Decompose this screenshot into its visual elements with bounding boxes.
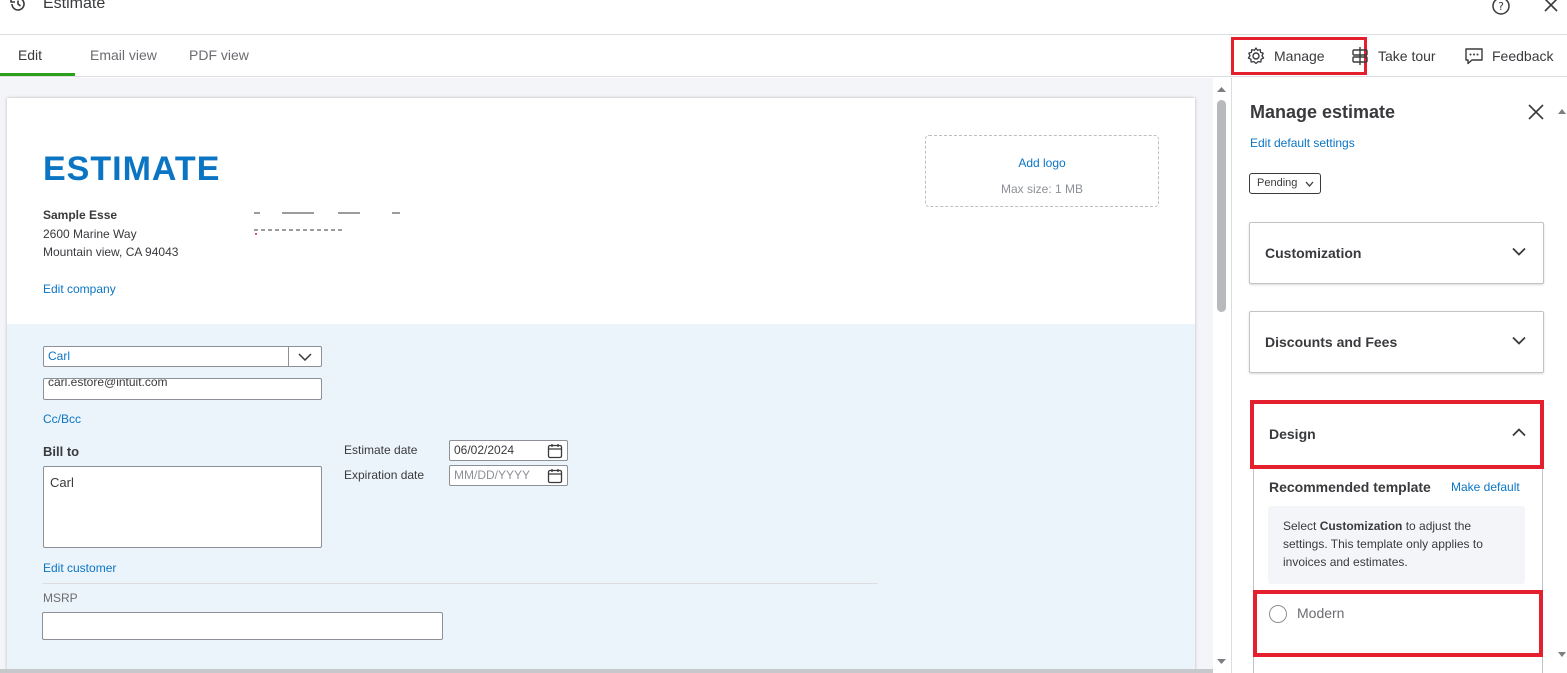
expiration-date-input[interactable]: MM/DD/YYYY [449, 465, 568, 486]
customization-accordion[interactable]: Customization [1249, 222, 1544, 284]
scroll-down-icon[interactable] [1217, 658, 1226, 665]
info-text-start: Select [1283, 519, 1320, 533]
company-address-line2: Mountain view, CA 94043 [43, 245, 179, 259]
msrp-input[interactable] [42, 612, 443, 640]
window-title: Estimate [43, 0, 106, 12]
scroll-up-icon[interactable] [1558, 108, 1566, 114]
edit-default-settings-link[interactable]: Edit default settings [1250, 136, 1355, 150]
expiration-date-label: Expiration date [344, 468, 425, 482]
estimate-date-label: Estimate date [344, 443, 418, 457]
chat-bubble-icon [1465, 48, 1483, 65]
title-bar: Estimate ? [0, 0, 1567, 35]
close-icon[interactable] [1527, 103, 1545, 121]
estimate-date-input[interactable]: 06/02/2024 [449, 440, 568, 461]
edit-company-link[interactable]: Edit company [43, 282, 116, 296]
redacted-text [254, 212, 400, 235]
chevron-down-icon [1512, 336, 1526, 345]
view-tabs: Edit Email view PDF view Manage Take tou… [0, 35, 1567, 77]
company-address-line1: 2600 Marine Way [43, 227, 137, 241]
status-select[interactable]: Pending [1249, 173, 1321, 194]
calendar-icon[interactable] [547, 443, 563, 459]
template-info-box: Select Customization to adjust the setti… [1268, 506, 1525, 584]
template-option-label: Modern [1297, 605, 1345, 621]
customer-email-input[interactable]: carl.estore@intuit.com [43, 378, 322, 400]
cc-bcc-link[interactable]: Cc/Bcc [43, 412, 81, 426]
chevron-down-icon [1512, 247, 1526, 256]
radio-button[interactable] [1269, 605, 1287, 623]
bill-to-label: Bill to [43, 444, 80, 459]
bill-to-value: Carl [50, 475, 74, 490]
signpost-icon [1352, 47, 1368, 65]
msrp-label: MSRP [43, 591, 78, 605]
history-icon[interactable] [8, 0, 28, 14]
tab-edit[interactable]: Edit [0, 35, 75, 76]
customer-select[interactable]: Carl [43, 346, 322, 367]
manage-label: Manage [1274, 48, 1325, 64]
calendar-icon[interactable] [547, 468, 563, 484]
bottom-edge [0, 669, 1213, 673]
expiration-date-placeholder: MM/DD/YYYY [454, 468, 531, 482]
tab-email-view[interactable]: Email view [90, 35, 157, 76]
help-icon[interactable]: ? [1491, 0, 1511, 16]
panel-title: Manage estimate [1250, 102, 1396, 122]
add-logo-link[interactable]: Add logo [926, 156, 1158, 170]
discounts-fees-label: Discounts and Fees [1265, 334, 1398, 350]
bill-to-textarea[interactable]: Carl [43, 466, 322, 548]
scrollbar-thumb[interactable] [1217, 100, 1226, 312]
gear-icon [1247, 47, 1265, 65]
design-accordion[interactable]: Design [1250, 400, 1544, 469]
divider [43, 583, 878, 584]
recommended-template-heading: Recommended template [1269, 479, 1431, 495]
status-value: Pending [1257, 177, 1298, 189]
company-name: Sample Esse [43, 208, 118, 222]
chevron-down-icon [1305, 181, 1314, 187]
logo-max-size: Max size: 1 MB [1000, 182, 1084, 196]
svg-text:?: ? [1498, 0, 1504, 13]
estimate-date-value: 06/02/2024 [454, 443, 515, 457]
chevron-up-icon [1512, 428, 1526, 437]
feedback-label: Feedback [1492, 48, 1554, 64]
design-label: Design [1269, 426, 1316, 442]
scroll-down-icon[interactable] [1558, 652, 1566, 658]
edit-customer-link[interactable]: Edit customer [43, 561, 116, 575]
customer-value: Carl [48, 349, 71, 363]
tab-pdf-view[interactable]: PDF view [189, 35, 249, 76]
customization-label: Customization [1265, 245, 1362, 261]
manage-button[interactable]: Manage [1231, 37, 1367, 75]
estimate-title: ESTIMATE [43, 150, 221, 188]
template-option-modern[interactable]: Modern [1253, 590, 1543, 657]
logo-dropzone[interactable]: Add logo Max size: 1 MB [925, 135, 1159, 207]
info-text-bold: Customization [1319, 519, 1403, 533]
close-icon[interactable] [1541, 0, 1561, 15]
make-default-link[interactable]: Make default [1451, 480, 1520, 494]
feedback-button[interactable]: Feedback [1464, 35, 1553, 77]
take-tour-label: Take tour [1378, 48, 1436, 64]
take-tour-button[interactable]: Take tour [1350, 35, 1436, 77]
customer-email-value: carl.estore@intuit.com [48, 378, 168, 389]
scroll-up-icon[interactable] [1217, 86, 1226, 93]
chevron-down-icon[interactable] [288, 347, 321, 366]
discounts-fees-accordion[interactable]: Discounts and Fees [1249, 311, 1544, 373]
